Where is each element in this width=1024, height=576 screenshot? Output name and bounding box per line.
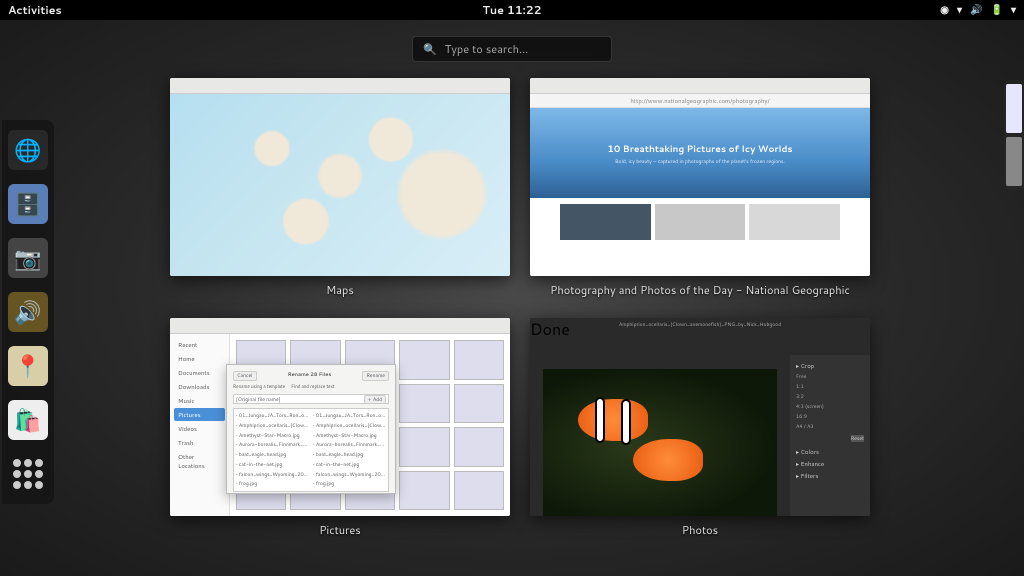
tab-replace[interactable]: Find and replace text	[291, 384, 334, 390]
power-icon: ▾	[1011, 3, 1016, 17]
aspect-1-1[interactable]: 1:1	[796, 383, 864, 390]
window-browser[interactable]: http://www.nationalgeographic.com/photog…	[530, 78, 870, 276]
photo-edit-panel: ▸ Crop Free 1:1 3:2 4:3 (screen) 16:9 A4…	[790, 355, 870, 516]
aspect-a4[interactable]: A4 / A3	[796, 423, 864, 430]
window-label: Photos	[682, 522, 718, 538]
sidebar-item-home[interactable]: Home	[174, 352, 225, 365]
sidebar-item-downloads[interactable]: Downloads	[174, 380, 225, 393]
aspect-4-3[interactable]: 4:3 (screen)	[796, 403, 864, 410]
rename-button[interactable]: Rename	[362, 371, 389, 381]
panel-crop[interactable]: ▸ Crop	[796, 361, 864, 370]
dash-web-browser[interactable]: 🌐	[8, 130, 48, 170]
workspace-switcher[interactable]	[1004, 80, 1024, 190]
reset-button[interactable]: Reset	[851, 435, 864, 442]
search-placeholder: Type to search…	[445, 41, 529, 57]
window-maps[interactable]	[170, 78, 510, 276]
dash: 🌐 🗄️ 📷 🔊 📍 🛍️	[2, 120, 54, 504]
dash-software[interactable]: 🛍️	[8, 400, 48, 440]
rename-input[interactable]: [Original file name]	[236, 396, 281, 403]
url-text: http://www.nationalgeographic.com/photog…	[630, 96, 769, 105]
dialog-title: Rename 28 Files	[288, 371, 332, 378]
accessibility-icon: ◉	[940, 3, 949, 17]
clock[interactable]: Tue 11:22	[483, 2, 542, 18]
dash-files[interactable]: 🗄️	[8, 184, 48, 224]
panel-filters[interactable]: ▸ Filters	[796, 471, 864, 480]
files-sidebar: Recent Home Documents Downloads Music Pi…	[170, 334, 230, 516]
show-apps-button[interactable]	[8, 454, 48, 494]
window-label: Pictures	[319, 522, 361, 538]
window-label: Maps	[326, 282, 354, 298]
search-icon: 🔍	[423, 41, 437, 57]
photo-canvas[interactable]	[543, 369, 777, 516]
sidebar-item-recent[interactable]: Recent	[174, 338, 225, 351]
window-photos[interactable]: Amphiprion_ocellaris_(Clown_anemonefish)…	[530, 318, 870, 516]
activities-button[interactable]: Activities	[8, 2, 62, 18]
window-files[interactable]: Recent Home Documents Downloads Music Pi…	[170, 318, 510, 516]
sidebar-item-documents[interactable]: Documents	[174, 366, 225, 379]
rename-preview-list: • 01_Jungau_JA_Tors_Ron_oto…• 01_Jungau_…	[233, 408, 389, 492]
cancel-button[interactable]: Cancel	[233, 371, 257, 381]
system-status-area[interactable]: ◉ ▾ 🔊 🔋 ▾	[940, 3, 1016, 17]
aspect-free[interactable]: Free	[796, 373, 864, 380]
panel-enhance[interactable]: ▸ Enhance	[796, 459, 864, 468]
battery-icon: 🔋	[991, 3, 1003, 17]
volume-icon: 🔊	[970, 3, 982, 17]
tab-template[interactable]: Rename using a template	[233, 384, 285, 390]
sidebar-item-trash[interactable]: Trash	[174, 436, 225, 449]
aspect-3-2[interactable]: 3:2	[796, 393, 864, 400]
dash-camera[interactable]: 📷	[8, 238, 48, 278]
dash-maps[interactable]: 📍	[8, 346, 48, 386]
sidebar-item-other[interactable]: Other Locations	[174, 450, 225, 472]
panel-colors[interactable]: ▸ Colors	[796, 447, 864, 456]
workspace-2[interactable]	[1006, 137, 1022, 186]
add-button[interactable]: + Add	[364, 395, 386, 404]
sidebar-item-videos[interactable]: Videos	[174, 422, 225, 435]
window-label: Photography and Photos of the Day - Nati…	[550, 282, 850, 298]
hero-title: 10 Breathtaking Pictures of Icy Worlds	[607, 142, 792, 155]
window-overview: Maps http://www.nationalgeographic.com/p…	[170, 78, 870, 548]
aspect-16-9[interactable]: 16:9	[796, 413, 864, 420]
workspace-1[interactable]	[1006, 84, 1022, 133]
sidebar-item-pictures[interactable]: Pictures	[174, 408, 225, 421]
dash-music[interactable]: 🔊	[8, 292, 48, 332]
sidebar-item-music[interactable]: Music	[174, 394, 225, 407]
wifi-icon: ▾	[957, 3, 962, 17]
photo-filename: Amphiprion_ocellaris_(Clown_anemonefish)…	[619, 321, 781, 328]
hero-subtitle: Bold, icy beauty — captured in photograp…	[615, 158, 785, 165]
overview-search[interactable]: 🔍 Type to search…	[412, 36, 612, 62]
rename-dialog: Cancel Rename 28 Files Rename Rename usi…	[226, 364, 396, 494]
